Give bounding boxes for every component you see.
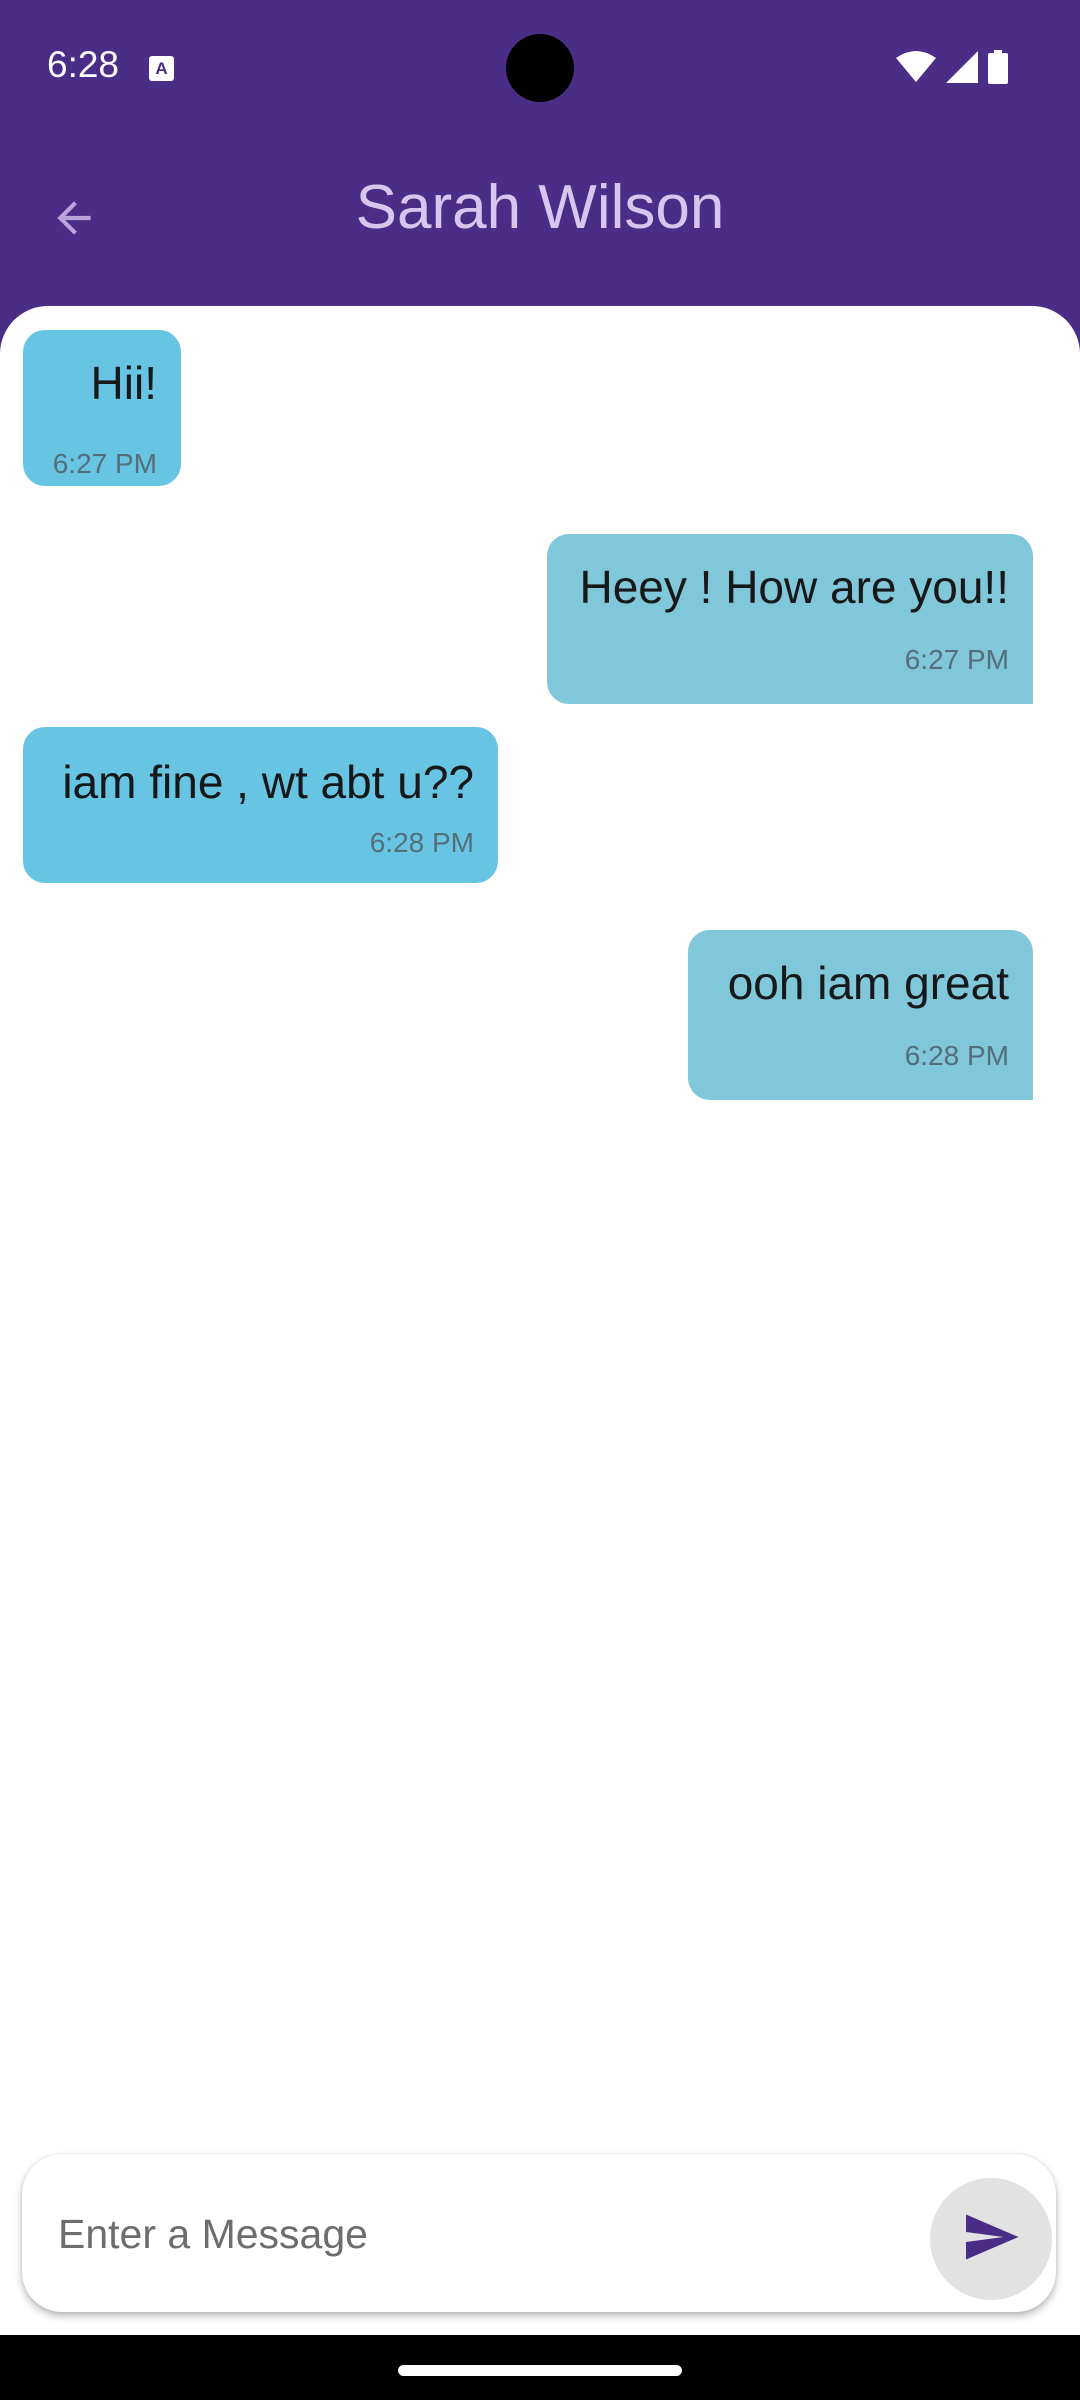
status-icons (896, 50, 1008, 84)
app-bar: Sarah Wilson (0, 136, 1080, 306)
message-time: 6:28 PM (904, 1040, 1009, 1071)
message-input[interactable] (56, 2194, 920, 2274)
message-time: 6:27 PM (904, 644, 1009, 675)
message-time: 6:28 PM (369, 827, 474, 858)
home-indicator[interactable] (398, 2365, 682, 2376)
signal-icon (946, 51, 978, 83)
battery-icon (988, 50, 1008, 84)
chat-message-list[interactable]: Hii! 6:27 PM Heey ! How are you!! 6:27 P… (0, 306, 1080, 2335)
message-bubble-incoming[interactable]: iam fine , wt abt u?? 6:28 PM (23, 727, 498, 883)
message-text: ooh iam great (727, 957, 1009, 1009)
message-text: Heey ! How are you!! (579, 561, 1009, 613)
camera-cutout (506, 34, 574, 102)
status-bar: 6:28 A (0, 0, 1080, 136)
notification-a-icon: A (149, 56, 174, 81)
send-button[interactable] (930, 2178, 1052, 2300)
message-bubble-outgoing[interactable]: ooh iam great 6:28 PM (688, 930, 1033, 1100)
message-composer (22, 2154, 1056, 2312)
status-time: 6:28 (47, 44, 120, 85)
send-icon (961, 2207, 1021, 2272)
message-time: 6:27 PM (52, 448, 157, 479)
message-text: iam fine , wt abt u?? (62, 756, 474, 808)
message-text: Hii! (90, 357, 157, 409)
wifi-icon (896, 51, 936, 83)
message-bubble-incoming[interactable]: Hii! 6:27 PM (23, 330, 181, 486)
navigation-bar (0, 2335, 1080, 2400)
message-bubble-outgoing[interactable]: Heey ! How are you!! 6:27 PM (547, 534, 1033, 704)
contact-name-title: Sarah Wilson (355, 173, 725, 242)
